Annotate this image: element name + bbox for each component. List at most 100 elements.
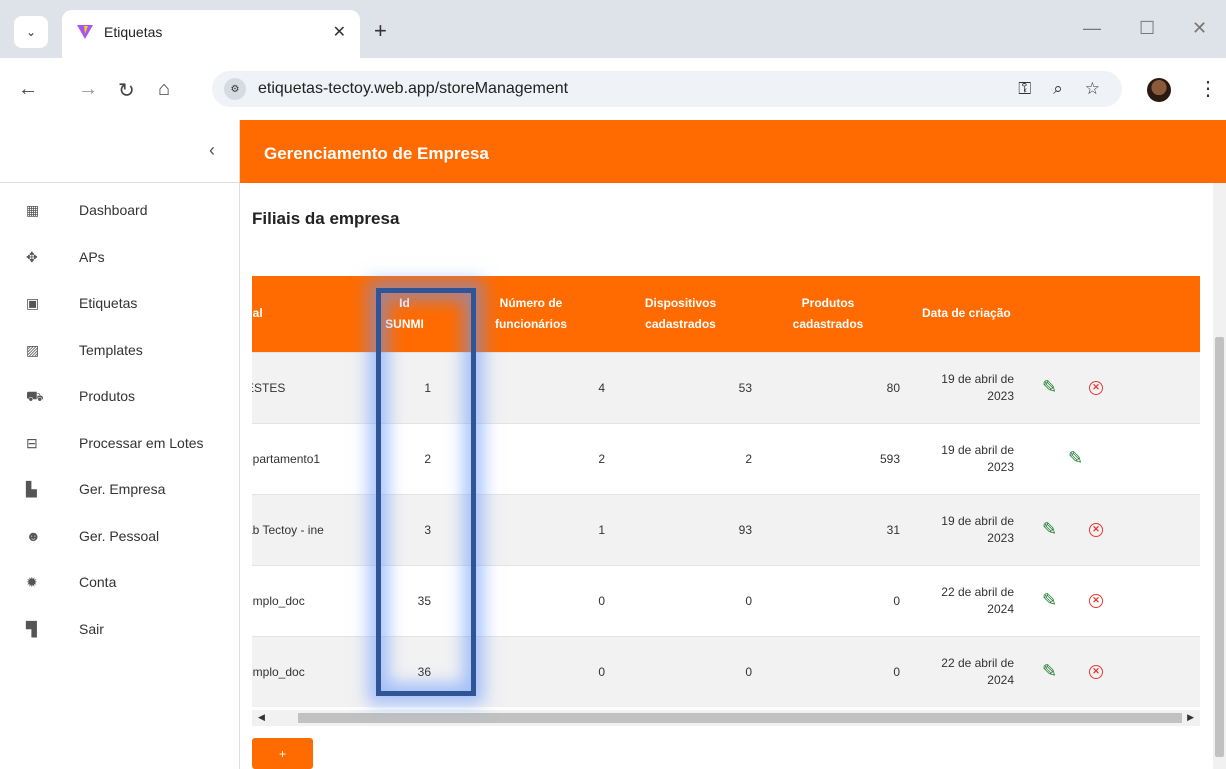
people-icon: ☻: [26, 527, 41, 544]
col-header-funcionarios[interactable]: Número de funcionários: [457, 276, 609, 352]
gear-icon: ✹: [26, 574, 38, 590]
cell-dispositivos: 0: [745, 593, 752, 608]
close-window-icon[interactable]: ✕: [1192, 18, 1207, 39]
cell-date: 22 de abril de 2024: [941, 655, 1014, 687]
batch-icon: ⊟: [26, 434, 38, 451]
cell-funcionarios: 0: [598, 593, 605, 608]
cart-icon: ⛟: [26, 388, 44, 404]
cell-produtos: 31: [886, 522, 900, 537]
sidebar-item-conta[interactable]: ✹ Conta: [0, 571, 239, 618]
sidebar-item-label: Ger. Pessoal: [79, 527, 160, 544]
forward-icon[interactable]: →: [78, 78, 98, 101]
ap-icon: ✥: [26, 248, 38, 265]
star-icon[interactable]: ☆: [1085, 79, 1100, 99]
col-header-data-criacao[interactable]: Data de criação: [904, 276, 1022, 352]
close-tab-icon[interactable]: ✕: [333, 22, 346, 42]
edit-icon[interactable]: ✎: [1042, 519, 1070, 540]
sidebar-item-produtos[interactable]: ⛟ Produtos: [0, 385, 239, 432]
col-header-filial[interactable]: lial: [252, 276, 352, 352]
exit-icon: ▜: [26, 620, 37, 637]
cell-funcionarios: 4: [598, 380, 605, 395]
dashboard-icon: ▦: [26, 202, 40, 218]
zoom-icon[interactable]: ⌕: [1053, 79, 1063, 99]
maximize-icon[interactable]: ☐: [1139, 18, 1155, 39]
home-icon[interactable]: ⌂: [158, 78, 170, 101]
address-bar: ← → ↻ ⌂ ⚙ etiquetas-tectoy.web.app/store…: [0, 58, 1226, 120]
tab-title: Etiquetas: [104, 24, 163, 40]
page-header: Gerenciamento de Empresa: [240, 120, 1226, 183]
cell-produtos: 593: [879, 451, 900, 466]
sidebar-item-dashboard[interactable]: ▦ Dashboard: [0, 199, 239, 246]
chevron-left-icon[interactable]: ‹: [209, 140, 215, 161]
sidebar-item-templates[interactable]: ▨ Templates: [0, 339, 239, 386]
horizontal-scrollbar[interactable]: ◀ ▶: [252, 710, 1200, 726]
cell-produtos: 0: [893, 664, 900, 679]
sidebar-item-label: Sair: [79, 620, 104, 637]
cell-dispositivos: 0: [745, 664, 752, 679]
sidebar-item-label: Processar em Lotes: [79, 434, 204, 451]
edit-icon[interactable]: ✎: [1042, 661, 1070, 682]
cell-funcionarios: 2: [598, 451, 605, 466]
delete-icon[interactable]: ✕: [1089, 664, 1103, 679]
edit-icon[interactable]: ✎: [1068, 448, 1096, 469]
site-settings-icon[interactable]: ⚙: [224, 78, 246, 100]
cell-funcionarios: 0: [598, 664, 605, 679]
browser-menu-icon[interactable]: ⋮: [1198, 76, 1218, 101]
col-header-id-sunmi[interactable]: Id SUNMI: [352, 276, 457, 352]
table-row: emplo_doc 35 0 0 0 22 de abril de2024 ✎ ✕: [252, 565, 1200, 636]
cell-produtos: 0: [893, 593, 900, 608]
cell-date: 19 de abril de 2023: [941, 442, 1014, 474]
tab-list-button[interactable]: ⌄: [14, 16, 48, 48]
image-icon: ▨: [26, 341, 40, 358]
minimize-icon[interactable]: —: [1083, 18, 1101, 39]
cell-id: 35: [417, 593, 431, 608]
cell-date: 19 de abril de 2023: [941, 513, 1014, 545]
scroll-left-icon[interactable]: ◀: [258, 712, 265, 723]
cell-dispositivos: 93: [738, 522, 752, 537]
sidebar-item-label: Conta: [79, 574, 117, 590]
label-icon: ▣: [26, 295, 40, 311]
edit-icon[interactable]: ✎: [1042, 377, 1070, 398]
omnibox[interactable]: ⚙ etiquetas-tectoy.web.app/storeManageme…: [212, 71, 1122, 107]
horizontal-scroll-thumb[interactable]: [298, 713, 1182, 723]
delete-icon[interactable]: ✕: [1089, 593, 1103, 608]
table-row: epartamento1 2 2 2 593 19 de abril de 202…: [252, 423, 1200, 494]
cell-dispositivos: 53: [738, 380, 752, 395]
sidebar-item-sair[interactable]: ▜ Sair: [0, 618, 239, 665]
key-icon[interactable]: ⚿: [1018, 79, 1031, 99]
back-icon[interactable]: ←: [18, 78, 38, 101]
company-icon: ▙: [26, 481, 37, 497]
scroll-right-icon[interactable]: ▶: [1187, 712, 1194, 723]
page-title: Gerenciamento de Empresa: [264, 144, 489, 163]
sidebar: ‹ ▦ Dashboard ✥ APs ▣ Etiquetas ▨ Templates …: [0, 120, 240, 769]
delete-icon[interactable]: ✕: [1089, 380, 1103, 395]
edit-icon[interactable]: ✎: [1042, 590, 1070, 611]
vertical-scrollbar[interactable]: [1213, 183, 1226, 769]
cell-filial: ESTES: [252, 380, 286, 395]
cell-filial: epartamento1: [252, 451, 321, 466]
sidebar-item-aps[interactable]: ✥ APs: [0, 246, 239, 293]
sidebar-item-ger-empresa[interactable]: ▙ Ger. Empresa: [0, 478, 239, 525]
col-header-produtos[interactable]: Produtos cadastrados: [756, 276, 904, 352]
sidebar-item-processar-em-lotes[interactable]: ⊟ Processar em Lotes: [0, 432, 239, 479]
table-row: emplo_doc 36 0 0 0 22 de abril de2024 ✎ ✕: [252, 636, 1200, 707]
url-text[interactable]: etiquetas-tectoy.web.app/storeManagement: [258, 80, 1018, 98]
vertical-scroll-thumb[interactable]: [1215, 337, 1224, 757]
sidebar-item-label: Produtos: [79, 388, 136, 404]
sidebar-item-label: APs: [79, 248, 105, 265]
sidebar-menu: ▦ Dashboard ✥ APs ▣ Etiquetas ▨ Templates ⛟ P…: [0, 183, 239, 664]
cell-filial: emplo_doc: [252, 664, 305, 679]
new-tab-icon[interactable]: +: [374, 18, 387, 44]
reload-icon[interactable]: ↻: [118, 78, 135, 103]
col-header-dispositivos[interactable]: Dispositivos cadastrados: [609, 276, 756, 352]
profile-avatar[interactable]: [1147, 78, 1171, 102]
delete-icon[interactable]: ✕: [1089, 522, 1103, 537]
cell-filial: ab Tectoy - ine: [252, 522, 324, 537]
sidebar-item-etiquetas[interactable]: ▣ Etiquetas: [0, 292, 239, 339]
cell-id: 1: [424, 380, 431, 395]
add-branch-button[interactable]: +: [252, 738, 313, 769]
sidebar-item-label: Templates: [79, 341, 143, 358]
sidebar-item-label: Dashboard: [79, 202, 148, 218]
sidebar-item-ger-pessoal[interactable]: ☻ Ger. Pessoal: [0, 525, 239, 572]
sidebar-item-label: Ger. Empresa: [79, 481, 166, 497]
